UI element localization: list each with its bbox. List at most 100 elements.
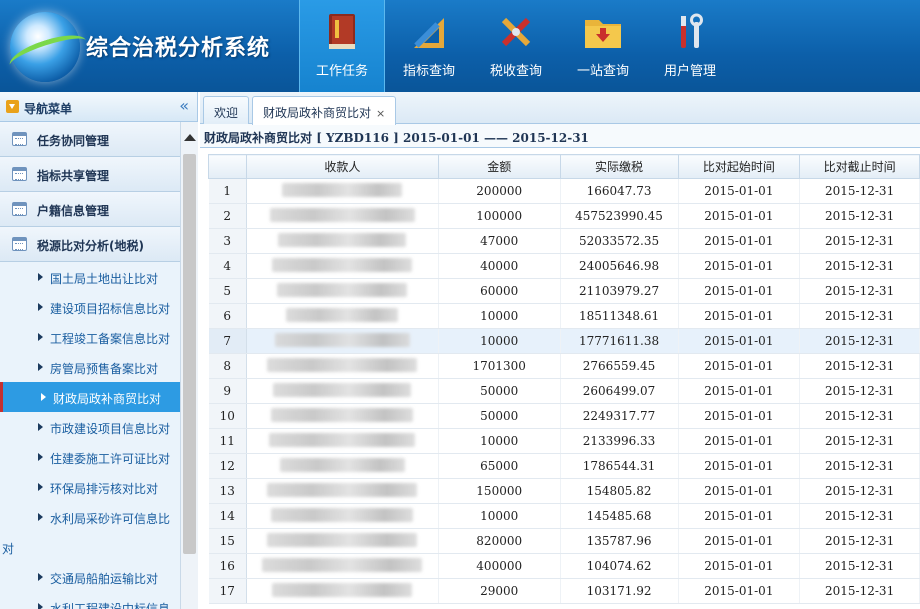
table-row[interactable]: 6 10000 18511348.61 2015-01-01 2015-12-31 [208, 303, 920, 329]
panel-date-range: 2015-01-01 —— 2015-12-31 [403, 131, 589, 145]
amount-cell: 10000 [438, 428, 561, 454]
start-date-cell: 2015-01-01 [678, 278, 801, 304]
amount-cell: 10000 [438, 328, 561, 354]
collapse-icon[interactable]: « [179, 96, 189, 115]
redacted-payee [262, 557, 423, 572]
column-header-end-date[interactable]: 比对截止时间 [799, 154, 920, 179]
payee-cell [246, 228, 439, 254]
sidebar-scrollbar[interactable] [180, 122, 198, 609]
sidebar-header: 导航菜单 « [0, 92, 197, 122]
end-date-cell: 2015-12-31 [799, 453, 920, 479]
nav-label: 用户管理 [663, 64, 716, 79]
redacted-payee [267, 482, 418, 497]
table-row[interactable]: 1 200000 166047.73 2015-01-01 2015-12-31 [208, 178, 920, 204]
nav-tax-query-button[interactable]: 税收查询 [473, 0, 559, 92]
table-row[interactable]: 2 100000 457523990.45 2015-01-01 2015-12-31 [208, 203, 920, 229]
redacted-payee [272, 257, 413, 272]
table-row[interactable]: 7 10000 17771611.38 2015-01-01 2015-12-31 [208, 328, 920, 354]
amount-cell: 10000 [438, 503, 561, 529]
arrow-right-icon [38, 603, 43, 609]
sidebar-group-household-info[interactable]: 户籍信息管理 [0, 192, 180, 227]
table-row[interactable]: 9 50000 2606499.07 2015-01-01 2015-12-31 [208, 378, 920, 404]
actual-tax-cell: 24005646.98 [560, 253, 679, 279]
row-number: 13 [208, 478, 247, 504]
end-date-cell: 2015-12-31 [799, 578, 920, 604]
scroll-up-icon[interactable] [184, 134, 196, 141]
app-title: 综合治税分析系统 [86, 36, 271, 61]
redacted-payee [267, 532, 418, 547]
tab-welcome[interactable]: 欢迎 [203, 96, 250, 124]
actual-tax-cell: 52033572.35 [560, 228, 679, 254]
start-date-cell: 2015-01-01 [678, 303, 801, 329]
sidebar-item-completion-filing[interactable]: 工程竣工备案信息比对 [0, 322, 180, 352]
column-header-actual-tax[interactable]: 实际缴税 [559, 154, 679, 179]
table-row[interactable]: 11 10000 2133996.33 2015-01-01 2015-12-31 [208, 428, 920, 454]
sidebar-item-water-project-bid[interactable]: 水利工程建设中标信息 [0, 592, 180, 609]
table-row[interactable]: 12 65000 1786544.31 2015-01-01 2015-12-31 [208, 453, 920, 479]
redacted-payee [278, 232, 407, 247]
row-number: 16 [208, 553, 247, 579]
row-number: 14 [208, 503, 247, 529]
calendar-icon [12, 132, 27, 146]
end-date-cell: 2015-12-31 [799, 178, 920, 204]
redacted-payee [274, 332, 410, 347]
close-icon[interactable]: × [376, 107, 385, 120]
amount-cell: 47000 [438, 228, 561, 254]
sidebar-item-ship-transport[interactable]: 交通局船舶运输比对 [0, 562, 180, 592]
redacted-payee [267, 357, 418, 372]
start-date-cell: 2015-01-01 [678, 353, 801, 379]
column-header-amount[interactable]: 金额 [437, 154, 561, 179]
sidebar-item-construction-permit[interactable]: 住建委施工许可证比对 [0, 442, 180, 472]
sidebar-item-sand-mining[interactable]: 水利局采砂许可信息比对 [0, 502, 180, 562]
table-row[interactable]: 17 29000 103171.92 2015-01-01 2015-12-31 [208, 578, 920, 604]
tab-finance-subsidy[interactable]: 财政局政补商贸比对 × [252, 96, 397, 125]
actual-tax-cell: 2249317.77 [560, 403, 679, 429]
sidebar-item-label-continued: 对 [2, 542, 15, 556]
sidebar-item-finance-subsidy[interactable]: 财政局政补商贸比对 [0, 382, 180, 412]
sidebar-item-project-bidding[interactable]: 建设项目招标信息比对 [0, 292, 180, 322]
payee-cell [246, 278, 439, 304]
table-row[interactable]: 14 10000 145485.68 2015-01-01 2015-12-31 [208, 503, 920, 529]
amount-cell: 29000 [438, 578, 561, 604]
sidebar-item-label: 财政局政补商贸比对 [53, 392, 162, 406]
payee-cell [246, 178, 439, 204]
redacted-payee [279, 457, 405, 472]
tab-bar: 欢迎 财政局政补商贸比对 × [200, 92, 920, 125]
sidebar-item-land-transfer[interactable]: 国土局土地出让比对 [0, 262, 180, 292]
end-date-cell: 2015-12-31 [799, 403, 920, 429]
table-row[interactable]: 3 47000 52033572.35 2015-01-01 2015-12-31 [208, 228, 920, 254]
sidebar-group-indicator-sharing[interactable]: 指标共享管理 [0, 157, 180, 192]
nav-one-stop-query-button[interactable]: 一站查询 [560, 0, 646, 92]
sidebar-item-pollution-check[interactable]: 环保局排污核对比对 [0, 472, 180, 502]
table-row[interactable]: 4 40000 24005646.98 2015-01-01 2015-12-31 [208, 253, 920, 279]
comparison-table: 收款人 金额 实际缴税 比对起始时间 比对截止时间 1 200000 166047.… [208, 154, 920, 604]
sidebar-item-presale-filing[interactable]: 房管局预售备案比对 [0, 352, 180, 382]
table-row[interactable]: 15 820000 135787.96 2015-01-01 2015-12-31 [208, 528, 920, 554]
sidebar-group-tax-source-comparison[interactable]: 税源比对分析(地税) [0, 227, 180, 262]
table-row[interactable]: 10 50000 2249317.77 2015-01-01 2015-12-31 [208, 403, 920, 429]
nav-user-management-button[interactable]: 用户管理 [647, 0, 733, 92]
table-row[interactable]: 5 60000 21103979.27 2015-01-01 2015-12-31 [208, 278, 920, 304]
end-date-cell: 2015-12-31 [799, 503, 920, 529]
table-row[interactable]: 8 1701300 2766559.45 2015-01-01 2015-12-31 [208, 353, 920, 379]
start-date-cell: 2015-01-01 [678, 253, 801, 279]
scrollbar-thumb[interactable] [183, 154, 196, 554]
nav-work-tasks-button[interactable]: 工作任务 [299, 0, 385, 92]
arrow-right-icon [38, 303, 43, 311]
payee-cell [246, 428, 439, 454]
calendar-icon [12, 237, 27, 251]
sidebar-group-task-collaboration[interactable]: 任务协同管理 [0, 122, 180, 157]
actual-tax-cell: 2606499.07 [560, 378, 679, 404]
ruler-triangle-icon [414, 18, 444, 48]
amount-cell: 50000 [438, 378, 561, 404]
column-header-start-date[interactable]: 比对起始时间 [677, 154, 801, 179]
actual-tax-cell: 135787.96 [560, 528, 679, 554]
sidebar-item-municipal-construction[interactable]: 市政建设项目信息比对 [0, 412, 180, 442]
nav-indicator-query-button[interactable]: 指标查询 [386, 0, 472, 92]
end-date-cell: 2015-12-31 [799, 353, 920, 379]
row-number: 15 [208, 528, 247, 554]
table-row[interactable]: 16 400000 104074.62 2015-01-01 2015-12-31 [208, 553, 920, 579]
end-date-cell: 2015-12-31 [799, 528, 920, 554]
column-header-payee[interactable]: 收款人 [245, 154, 439, 179]
table-row[interactable]: 13 150000 154805.82 2015-01-01 2015-12-31 [208, 478, 920, 504]
